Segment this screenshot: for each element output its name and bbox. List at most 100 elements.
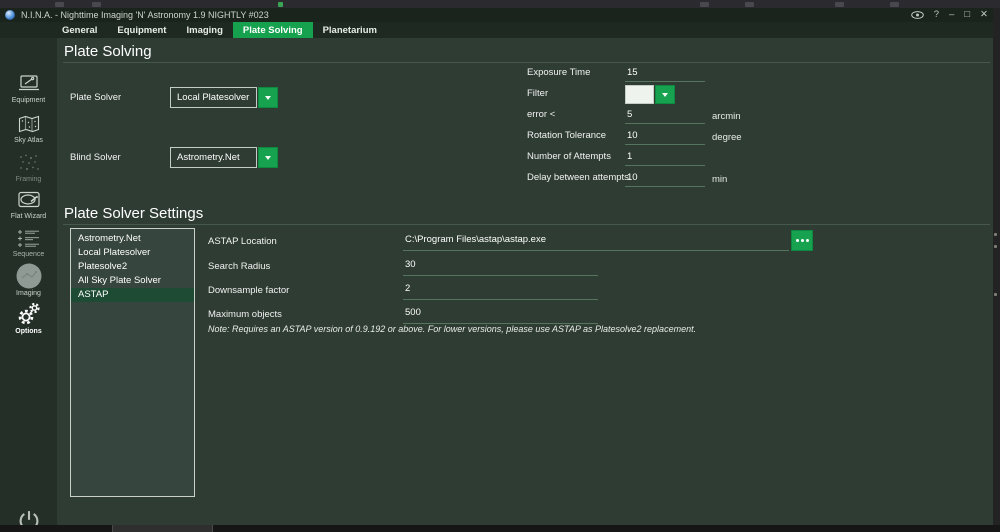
- dropdown-button[interactable]: [655, 85, 675, 104]
- maximum-objects-input[interactable]: 500: [405, 307, 421, 318]
- sidebar-item-label: Framing: [0, 176, 57, 184]
- sidebar-item-imaging[interactable]: Imaging: [0, 262, 57, 298]
- chevron-down-icon: [265, 96, 271, 100]
- tab-general[interactable]: General: [52, 22, 107, 38]
- plate-solver-selected-value: Local Platesolver: [170, 87, 257, 108]
- solver-list-item-local-platesolver[interactable]: Local Platesolver: [71, 246, 194, 260]
- browser-chrome-fragment: [92, 2, 101, 7]
- app-logo-icon: [5, 10, 15, 20]
- exposure-time-input[interactable]: 15: [627, 67, 638, 78]
- input-underline: [625, 165, 705, 166]
- rotation-tolerance-input[interactable]: 10: [627, 130, 638, 141]
- laptop-telescope-icon: [0, 71, 57, 97]
- maximize-button[interactable]: □: [964, 10, 970, 20]
- tab-label: Equipment: [117, 25, 166, 36]
- camera-circle-icon: [0, 262, 57, 290]
- close-button[interactable]: ✕: [980, 10, 988, 20]
- window-controls: ? – □ ✕: [911, 10, 1000, 20]
- sidebar-item-label: Sky Atlas: [0, 137, 57, 145]
- sidebar-item-flat-wizard[interactable]: Flat Wizard: [0, 187, 57, 221]
- input-underline: [403, 275, 598, 276]
- error-input[interactable]: 5: [627, 109, 632, 120]
- browser-chrome-fragment: [55, 2, 64, 7]
- tab-plate-solving[interactable]: Plate Solving: [233, 22, 313, 38]
- sidebar-item-label: Equipment: [0, 97, 57, 105]
- browser-chrome-fragment: [278, 2, 283, 7]
- solver-list-item-astap[interactable]: ASTAP: [71, 288, 194, 302]
- tab-label: Imaging: [186, 25, 222, 36]
- eye-icon[interactable]: [911, 11, 924, 19]
- tab-equipment[interactable]: Equipment: [107, 22, 176, 38]
- delay-between-attempts-label: Delay between attempts: [527, 172, 629, 183]
- solver-list-item-all-sky-plate-solver[interactable]: All Sky Plate Solver: [71, 274, 194, 288]
- chevron-down-icon: [265, 156, 271, 160]
- input-underline: [625, 81, 705, 82]
- filter-select[interactable]: [625, 85, 676, 104]
- help-button[interactable]: ?: [934, 10, 939, 20]
- sidebar: Equipment Sky Atlas: [0, 38, 57, 532]
- ellipsis-icon: [806, 239, 809, 242]
- error-unit: arcmin: [712, 111, 741, 122]
- background-window-strip: [993, 8, 1000, 532]
- tab-bar: General Equipment Imaging Plate Solving …: [0, 22, 1000, 38]
- sidebar-item-sky-atlas[interactable]: Sky Atlas: [0, 111, 57, 145]
- browser-chrome-fragment: [890, 2, 899, 7]
- blind-solver-label: Blind Solver: [70, 152, 121, 163]
- plate-solver-label: Plate Solver: [70, 92, 121, 103]
- solver-list-item-astrometry-net[interactable]: Astrometry.Net: [71, 232, 194, 246]
- sidebar-item-framing[interactable]: Framing: [0, 150, 57, 184]
- dropdown-button[interactable]: [258, 147, 278, 168]
- background-fragment: [994, 245, 997, 248]
- browser-chrome-fragment: [745, 2, 754, 7]
- tab-planetarium[interactable]: Planetarium: [313, 22, 387, 38]
- dropdown-button[interactable]: [258, 87, 278, 108]
- input-underline: [625, 186, 705, 187]
- blind-solver-select[interactable]: Astrometry.Net: [170, 147, 278, 168]
- tab-label: Planetarium: [323, 25, 377, 36]
- section-heading-plate-solver-settings: Plate Solver Settings: [64, 205, 203, 222]
- section-divider: [63, 224, 990, 225]
- bottom-scrollbar[interactable]: [0, 525, 1000, 532]
- background-fragment: [994, 233, 997, 236]
- input-underline: [625, 144, 705, 145]
- sidebar-item-sequence[interactable]: Sequence: [0, 225, 57, 259]
- browser-chrome-fragment: [700, 2, 709, 7]
- tab-label: Plate Solving: [243, 25, 303, 36]
- input-underline: [625, 123, 705, 124]
- tab-label: General: [62, 25, 97, 36]
- section-divider: [63, 62, 990, 63]
- input-underline: [403, 250, 789, 251]
- downsample-factor-label: Downsample factor: [208, 285, 289, 296]
- search-radius-label: Search Radius: [208, 261, 270, 272]
- maximum-objects-label: Maximum objects: [208, 309, 282, 320]
- delay-between-attempts-input[interactable]: 10: [627, 172, 638, 183]
- section-heading-plate-solving: Plate Solving: [64, 43, 152, 60]
- input-underline: [403, 299, 598, 300]
- tab-imaging[interactable]: Imaging: [176, 22, 232, 38]
- minimize-button[interactable]: –: [949, 10, 954, 20]
- browser-chrome-fragment: [835, 2, 844, 7]
- filter-label: Filter: [527, 88, 548, 99]
- error-label: error <: [527, 109, 555, 120]
- astap-location-input[interactable]: C:\Program Files\astap\astap.exe: [405, 234, 546, 245]
- number-of-attempts-label: Number of Attempts: [527, 151, 611, 162]
- browse-button[interactable]: [791, 230, 813, 251]
- window-title: N.I.N.A. - Nighttime Imaging 'N' Astrono…: [21, 10, 269, 20]
- rotation-tolerance-label: Rotation Tolerance: [527, 130, 606, 141]
- search-radius-input[interactable]: 30: [405, 259, 416, 270]
- sidebar-item-equipment[interactable]: Equipment: [0, 71, 57, 105]
- astap-version-note: Note: Requires an ASTAP version of 0.9.1…: [208, 324, 696, 334]
- rotation-tolerance-unit: degree: [712, 132, 742, 143]
- app-window: N.I.N.A. - Nighttime Imaging 'N' Astrono…: [0, 0, 1000, 532]
- sidebar-item-options[interactable]: Options: [0, 300, 57, 336]
- downsample-factor-input[interactable]: 2: [405, 283, 410, 294]
- background-browser-strip: [0, 0, 1000, 8]
- plate-solver-select[interactable]: Local Platesolver: [170, 87, 278, 108]
- background-fragment: [994, 293, 997, 296]
- scrollbar-thumb[interactable]: [112, 525, 213, 532]
- solver-list-item-platesolve2[interactable]: Platesolve2: [71, 260, 194, 274]
- number-of-attempts-input[interactable]: 1: [627, 151, 632, 162]
- map-icon: [0, 111, 57, 137]
- sidebar-item-label: Imaging: [0, 290, 57, 298]
- exposure-time-label: Exposure Time: [527, 67, 590, 78]
